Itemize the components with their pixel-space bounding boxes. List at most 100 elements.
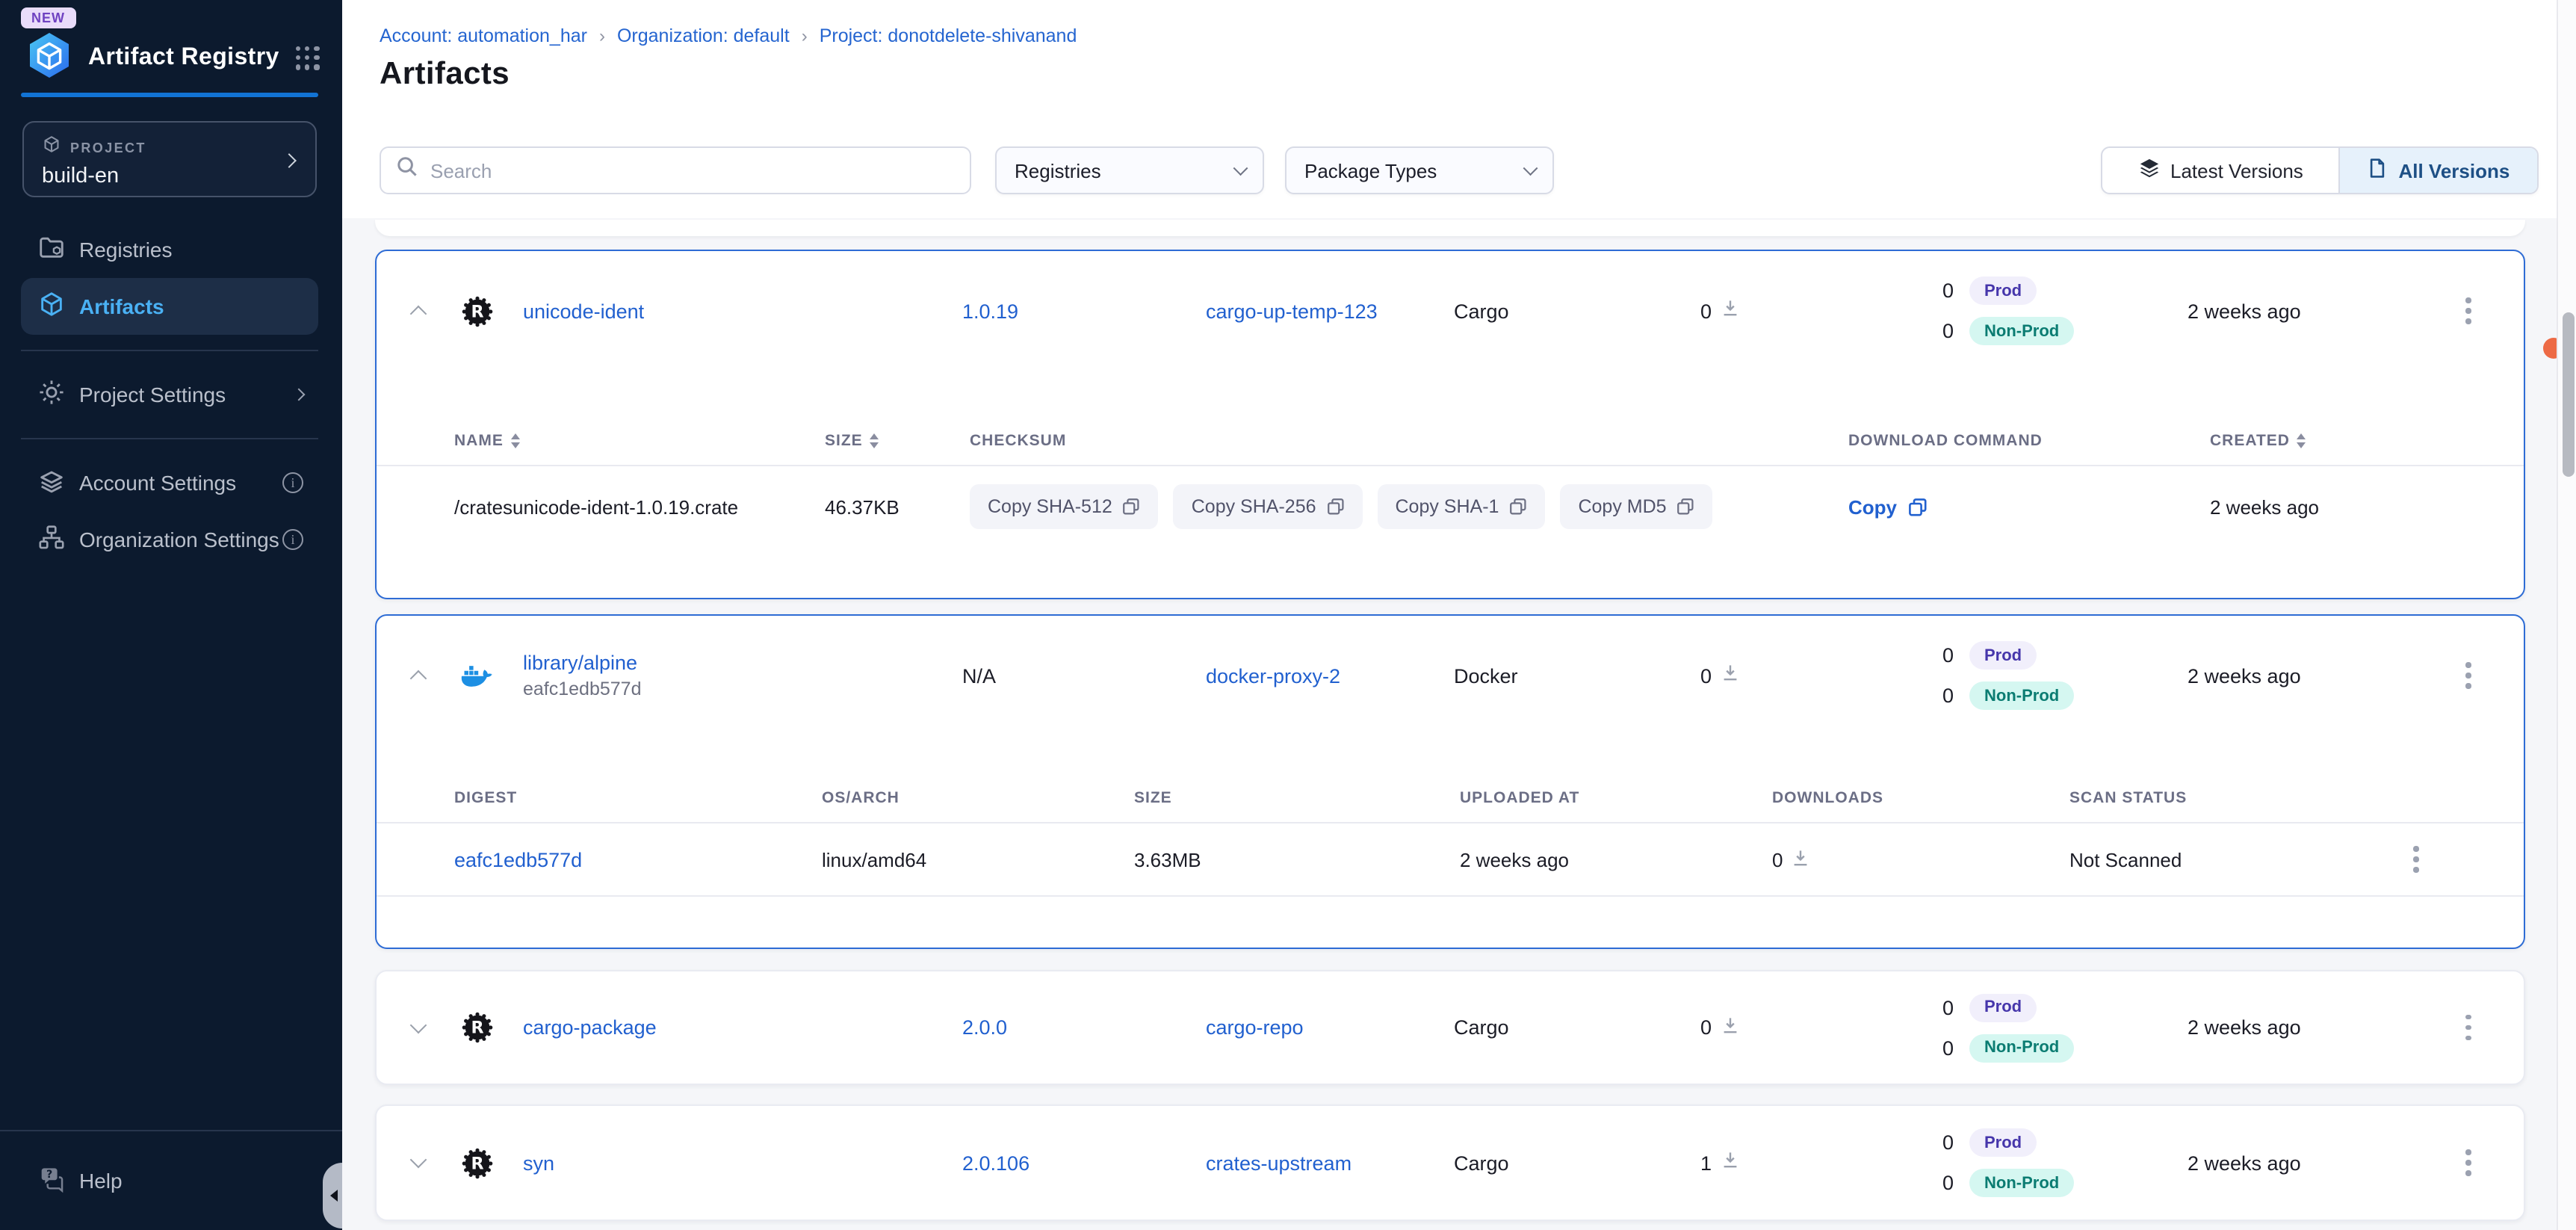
sidebar-footer: ? Help — [0, 1130, 342, 1230]
updated-at: 2 weeks ago — [2188, 300, 2453, 322]
image-size: 3.63MB — [1134, 848, 1460, 871]
artifact-version-link[interactable]: 2.0.0 — [962, 1016, 1206, 1039]
breadcrumb-separator: › — [599, 25, 605, 46]
project-selector[interactable]: PROJECT build-en — [22, 121, 317, 197]
checksum-buttons: Copy SHA-512 Copy SHA-256 Copy SHA-1 Cop… — [970, 484, 1848, 529]
sidebar-item-registries[interactable]: Registries — [21, 221, 318, 278]
project-label: PROJECT — [70, 140, 146, 155]
breadcrumb: Account: automation_har › Organization: … — [380, 25, 1077, 46]
artifact-registry-link[interactable]: cargo-up-temp-123 — [1206, 300, 1454, 322]
document-icon — [2367, 157, 2388, 184]
artifact-name-link[interactable]: cargo-package — [523, 1016, 962, 1039]
help-chat-icon: ? — [37, 1164, 66, 1197]
brand-row: Artifact Registry — [24, 31, 320, 85]
row-menu-kebab-icon[interactable] — [2456, 654, 2483, 698]
artifact-name-link[interactable]: library/alpine — [523, 652, 962, 674]
cargo-package-icon: R — [460, 1146, 493, 1179]
artifacts-cube-icon — [37, 290, 66, 323]
copy-sha1-button[interactable]: Copy SHA-1 — [1378, 484, 1546, 529]
artifact-registry-link[interactable]: docker-proxy-2 — [1206, 664, 1454, 687]
docker-table: DIGEST OS/ARCH SIZE UPLOADED AT DOWNLOAD… — [377, 773, 2524, 897]
nonprod-count: 0 — [1942, 1172, 1954, 1194]
info-icon[interactable]: i — [282, 529, 303, 550]
sidebar-item-help[interactable]: ? Help — [0, 1131, 342, 1230]
copy-sha512-button[interactable]: Copy SHA-512 — [970, 484, 1159, 529]
row-menu-kebab-icon[interactable] — [2456, 289, 2483, 333]
layers-icon — [2137, 157, 2160, 184]
breadcrumb-org-link[interactable]: Organization: default — [617, 25, 790, 46]
artifact-version-link[interactable]: 1.0.19 — [962, 300, 1206, 322]
prod-count: 0 — [1942, 644, 1954, 667]
svg-text:R: R — [470, 1019, 483, 1038]
download-count: 0 — [1700, 300, 1712, 322]
column-scan-status: SCAN STATUS — [2069, 788, 2401, 806]
row-menu-kebab-icon[interactable] — [2456, 1006, 2483, 1050]
nonprod-badge: Non-Prod — [1969, 1169, 2074, 1197]
collapse-row-button[interactable] — [377, 653, 460, 698]
artifact-name-link[interactable]: syn — [523, 1152, 962, 1174]
column-size[interactable]: SIZE — [825, 431, 863, 449]
breadcrumb-account-link[interactable]: Account: automation_har — [380, 25, 587, 46]
sort-icon[interactable] — [511, 433, 520, 448]
artifact-card-cargo-package: R cargo-package 2.0.0 cargo-repo Cargo 0… — [375, 970, 2525, 1085]
vertical-scrollbar — [2557, 0, 2576, 1230]
info-icon[interactable]: i — [282, 472, 303, 493]
sidebar-item-organization-settings[interactable]: Organization Settings i — [21, 511, 318, 568]
sidebar-item-label: Artifacts — [79, 294, 164, 318]
download-count: 1 — [1700, 1152, 1712, 1174]
sidebar-item-project-settings[interactable]: Project Settings — [21, 366, 318, 423]
artifact-row: R cargo-package 2.0.0 cargo-repo Cargo 0… — [377, 971, 2524, 1084]
app-title: Artifact Registry — [88, 45, 296, 72]
sidebar-item-label: Account Settings — [79, 471, 236, 495]
artifact-registry-link[interactable]: crates-upstream — [1206, 1152, 1454, 1174]
scrollbar-thumb[interactable] — [2562, 312, 2574, 477]
column-name[interactable]: NAME — [454, 431, 504, 449]
file-size: 46.37KB — [825, 495, 970, 518]
sidebar-collapse-handle[interactable] — [323, 1163, 342, 1229]
docker-package-icon — [460, 659, 493, 692]
artifact-version-link[interactable]: 2.0.106 — [962, 1152, 1206, 1174]
chevron-up-icon — [410, 306, 427, 323]
expand-row-button[interactable] — [377, 1140, 460, 1185]
sidebar-item-artifacts[interactable]: Artifacts — [21, 278, 318, 335]
page-title: Artifacts — [380, 57, 510, 93]
all-versions-button[interactable]: All Versions — [2338, 148, 2537, 193]
column-size: SIZE — [1134, 788, 1460, 806]
sidebar-item-account-settings[interactable]: Account Settings i — [21, 454, 318, 511]
search-box — [380, 146, 971, 194]
download-count: 0 — [1772, 848, 1783, 871]
collapse-row-button[interactable] — [377, 288, 460, 333]
sidebar-item-label: Project Settings — [79, 383, 226, 407]
latest-versions-button[interactable]: Latest Versions — [2102, 148, 2338, 193]
chevron-up-icon — [410, 670, 427, 687]
artifact-card-library-alpine: library/alpine eafc1edb577d N/A docker-p… — [375, 614, 2525, 949]
package-types-dropdown[interactable]: Package Types — [1285, 146, 1554, 194]
digest-link[interactable]: eafc1edb577d — [454, 848, 822, 871]
row-menu-kebab-icon[interactable] — [2456, 1141, 2483, 1185]
sort-icon[interactable] — [870, 433, 879, 448]
app-window: NEW Artifact Registry — [0, 0, 2576, 1230]
files-table-header: NAME SIZE CHECKSUM DOWNLOAD COMMAND CREA… — [377, 415, 2524, 466]
nonprod-count: 0 — [1942, 1036, 1954, 1059]
search-icon — [396, 155, 418, 185]
files-table: NAME SIZE CHECKSUM DOWNLOAD COMMAND CREA… — [377, 415, 2524, 547]
sort-icon[interactable] — [2297, 433, 2306, 448]
row-menu-kebab-icon[interactable] — [2404, 838, 2431, 882]
layers-gear-icon — [37, 466, 66, 499]
download-icon — [1721, 1014, 1739, 1041]
registries-dropdown[interactable]: Registries — [995, 146, 1264, 194]
search-input[interactable] — [430, 159, 955, 182]
module-grid-icon[interactable] — [296, 46, 320, 70]
copy-md5-button[interactable]: Copy MD5 — [1560, 484, 1712, 529]
copy-download-command-link[interactable]: Copy — [1848, 495, 2210, 518]
column-created[interactable]: CREATED — [2210, 431, 2290, 449]
prod-count: 0 — [1942, 1131, 1954, 1154]
prod-badge: Prod — [1969, 993, 2037, 1022]
breadcrumb-project-link[interactable]: Project: donotdelete-shivanand — [820, 25, 1077, 46]
os-arch: linux/amd64 — [822, 848, 1134, 871]
versions-toggle: Latest Versions All Versions — [2101, 146, 2539, 194]
expand-row-button[interactable] — [377, 1005, 460, 1050]
artifact-name-link[interactable]: unicode-ident — [523, 300, 962, 322]
artifact-registry-link[interactable]: cargo-repo — [1206, 1016, 1454, 1039]
copy-sha256-button[interactable]: Copy SHA-256 — [1174, 484, 1363, 529]
